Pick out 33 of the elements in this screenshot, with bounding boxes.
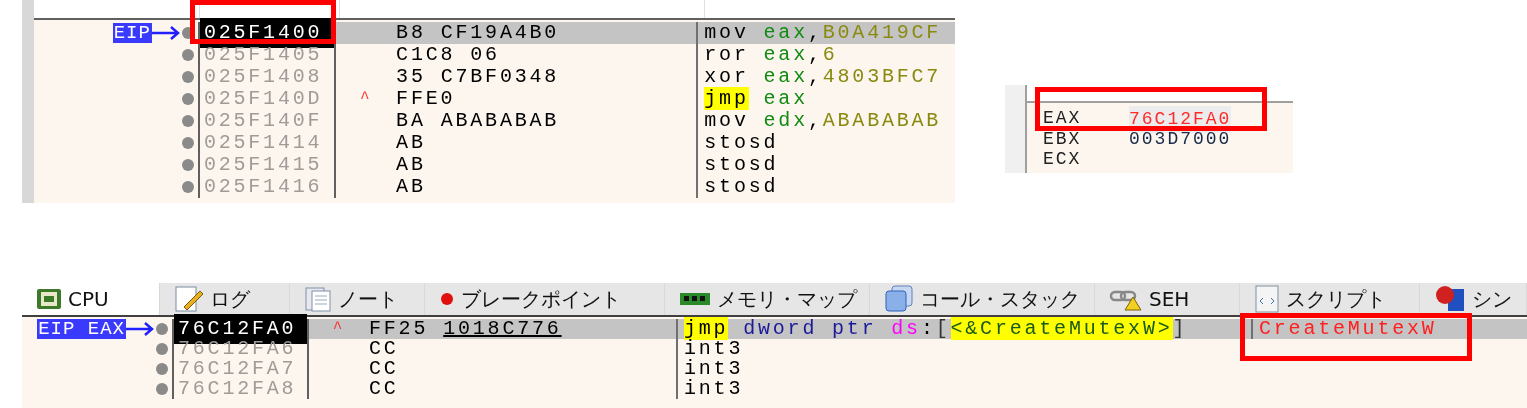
comment-text: CreateMutexW (1259, 316, 1437, 342)
chip-icon (36, 288, 62, 310)
script-icon (1254, 284, 1280, 314)
tab[interactable]: シン (1420, 283, 1527, 315)
tab[interactable]: コール・スタック (870, 283, 1095, 315)
eip-label: EIP (112, 23, 152, 43)
instruction-text: stosd (704, 174, 779, 200)
notepad-pencil-icon (174, 285, 204, 313)
register-name[interactable]: ECX (1043, 150, 1129, 168)
jump-marker: ^ (359, 89, 373, 110)
circle-icon (439, 291, 455, 307)
memory-stick-icon (679, 291, 711, 307)
tab[interactable]: ログ (160, 283, 290, 315)
register-name[interactable]: EBX (1043, 130, 1129, 148)
stacked-windows-icon (884, 285, 914, 313)
tab[interactable]: スクリプト (1240, 283, 1420, 315)
jump-marker: ^ (332, 319, 346, 340)
tab[interactable]: ノート (290, 283, 425, 315)
arrow-icon (126, 322, 154, 336)
tab[interactable]: SEH (1095, 283, 1240, 315)
instruction-text: jmp dword ptr ds:[<&CreateMutexW>] (684, 316, 1188, 340)
tab[interactable]: メモリ・マップ (665, 283, 870, 315)
tab[interactable]: ブレークポイント (425, 283, 665, 315)
bytes-text: 1018C776 (443, 316, 562, 342)
instruction-text: mov edx,ABABABAB (704, 108, 942, 133)
instruction-text: stosd (704, 130, 779, 155)
instruction-text: jmp eax (704, 86, 808, 111)
clipboard-icon (304, 285, 332, 313)
ball-document-icon (1434, 285, 1466, 313)
arrow-icon (151, 26, 180, 40)
eip-label: EIP EAX (37, 319, 126, 339)
tab[interactable]: CPU (22, 283, 160, 315)
instruction-text: stosd (704, 152, 779, 177)
